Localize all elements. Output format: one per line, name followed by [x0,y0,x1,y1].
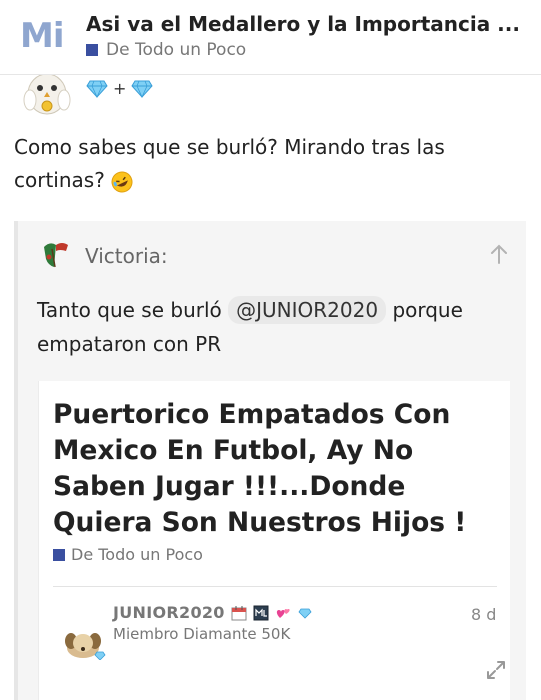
diamond-icon [131,80,154,98]
topic-header: Mi Asi va el Medallero y la Importancia … [0,0,541,75]
author-row: JUNIOR2020 [113,603,313,622]
onebox-category[interactable]: De Todo un Poco [53,545,203,564]
site-logo[interactable]: Mi [20,16,64,56]
two-hearts-icon [276,608,290,618]
category-badge-icon [86,44,98,56]
rolling-laughing-emoji-icon [111,171,133,192]
user-mention[interactable]: @JUNIOR2020 [228,296,387,324]
calendar-icon [231,605,247,620]
quoted-user-avatar[interactable] [40,239,72,271]
post-date[interactable]: 8 d [471,605,496,624]
expand-icon[interactable] [485,659,507,681]
quote-text-before: Tanto que se burló [37,298,222,322]
flair-plus: + [113,79,127,98]
post-body: Como sabes que se burló? Mirando tras la… [14,131,524,197]
category-badge-icon [53,548,65,561]
topic-onebox-card[interactable]: Puertorico Empatados Con Mexico En Futbo… [38,381,510,700]
category-label: De Todo un Poco [106,40,247,60]
topic-category[interactable]: De Todo un Poco [86,40,246,60]
quote-block: Victoria: Tanto que se burló @JUNIOR2020… [14,221,526,700]
diamond-icon [86,80,108,98]
onebox-category-label: De Todo un Poco [71,545,203,564]
quoted-username[interactable]: Victoria: [85,244,168,268]
author-name[interactable]: JUNIOR2020 [113,603,225,622]
divider [53,586,497,587]
onebox-title[interactable]: Puertorico Empatados Con Mexico En Futbo… [53,397,501,541]
diamond-icon [298,608,312,619]
author-title: Miembro Diamante 50K [113,625,291,643]
arrow-up-icon[interactable] [488,243,510,265]
topic-title[interactable]: Asi va el Medallero y la Importancia ... [86,12,526,36]
user-flair: + [86,79,154,98]
post-text: Como sabes que se burló? Mirando tras la… [14,135,445,192]
quote-text: Tanto que se burló @JUNIOR2020 porque em… [37,293,507,361]
league-badge-icon [253,605,269,620]
author-avatar[interactable] [61,626,107,660]
